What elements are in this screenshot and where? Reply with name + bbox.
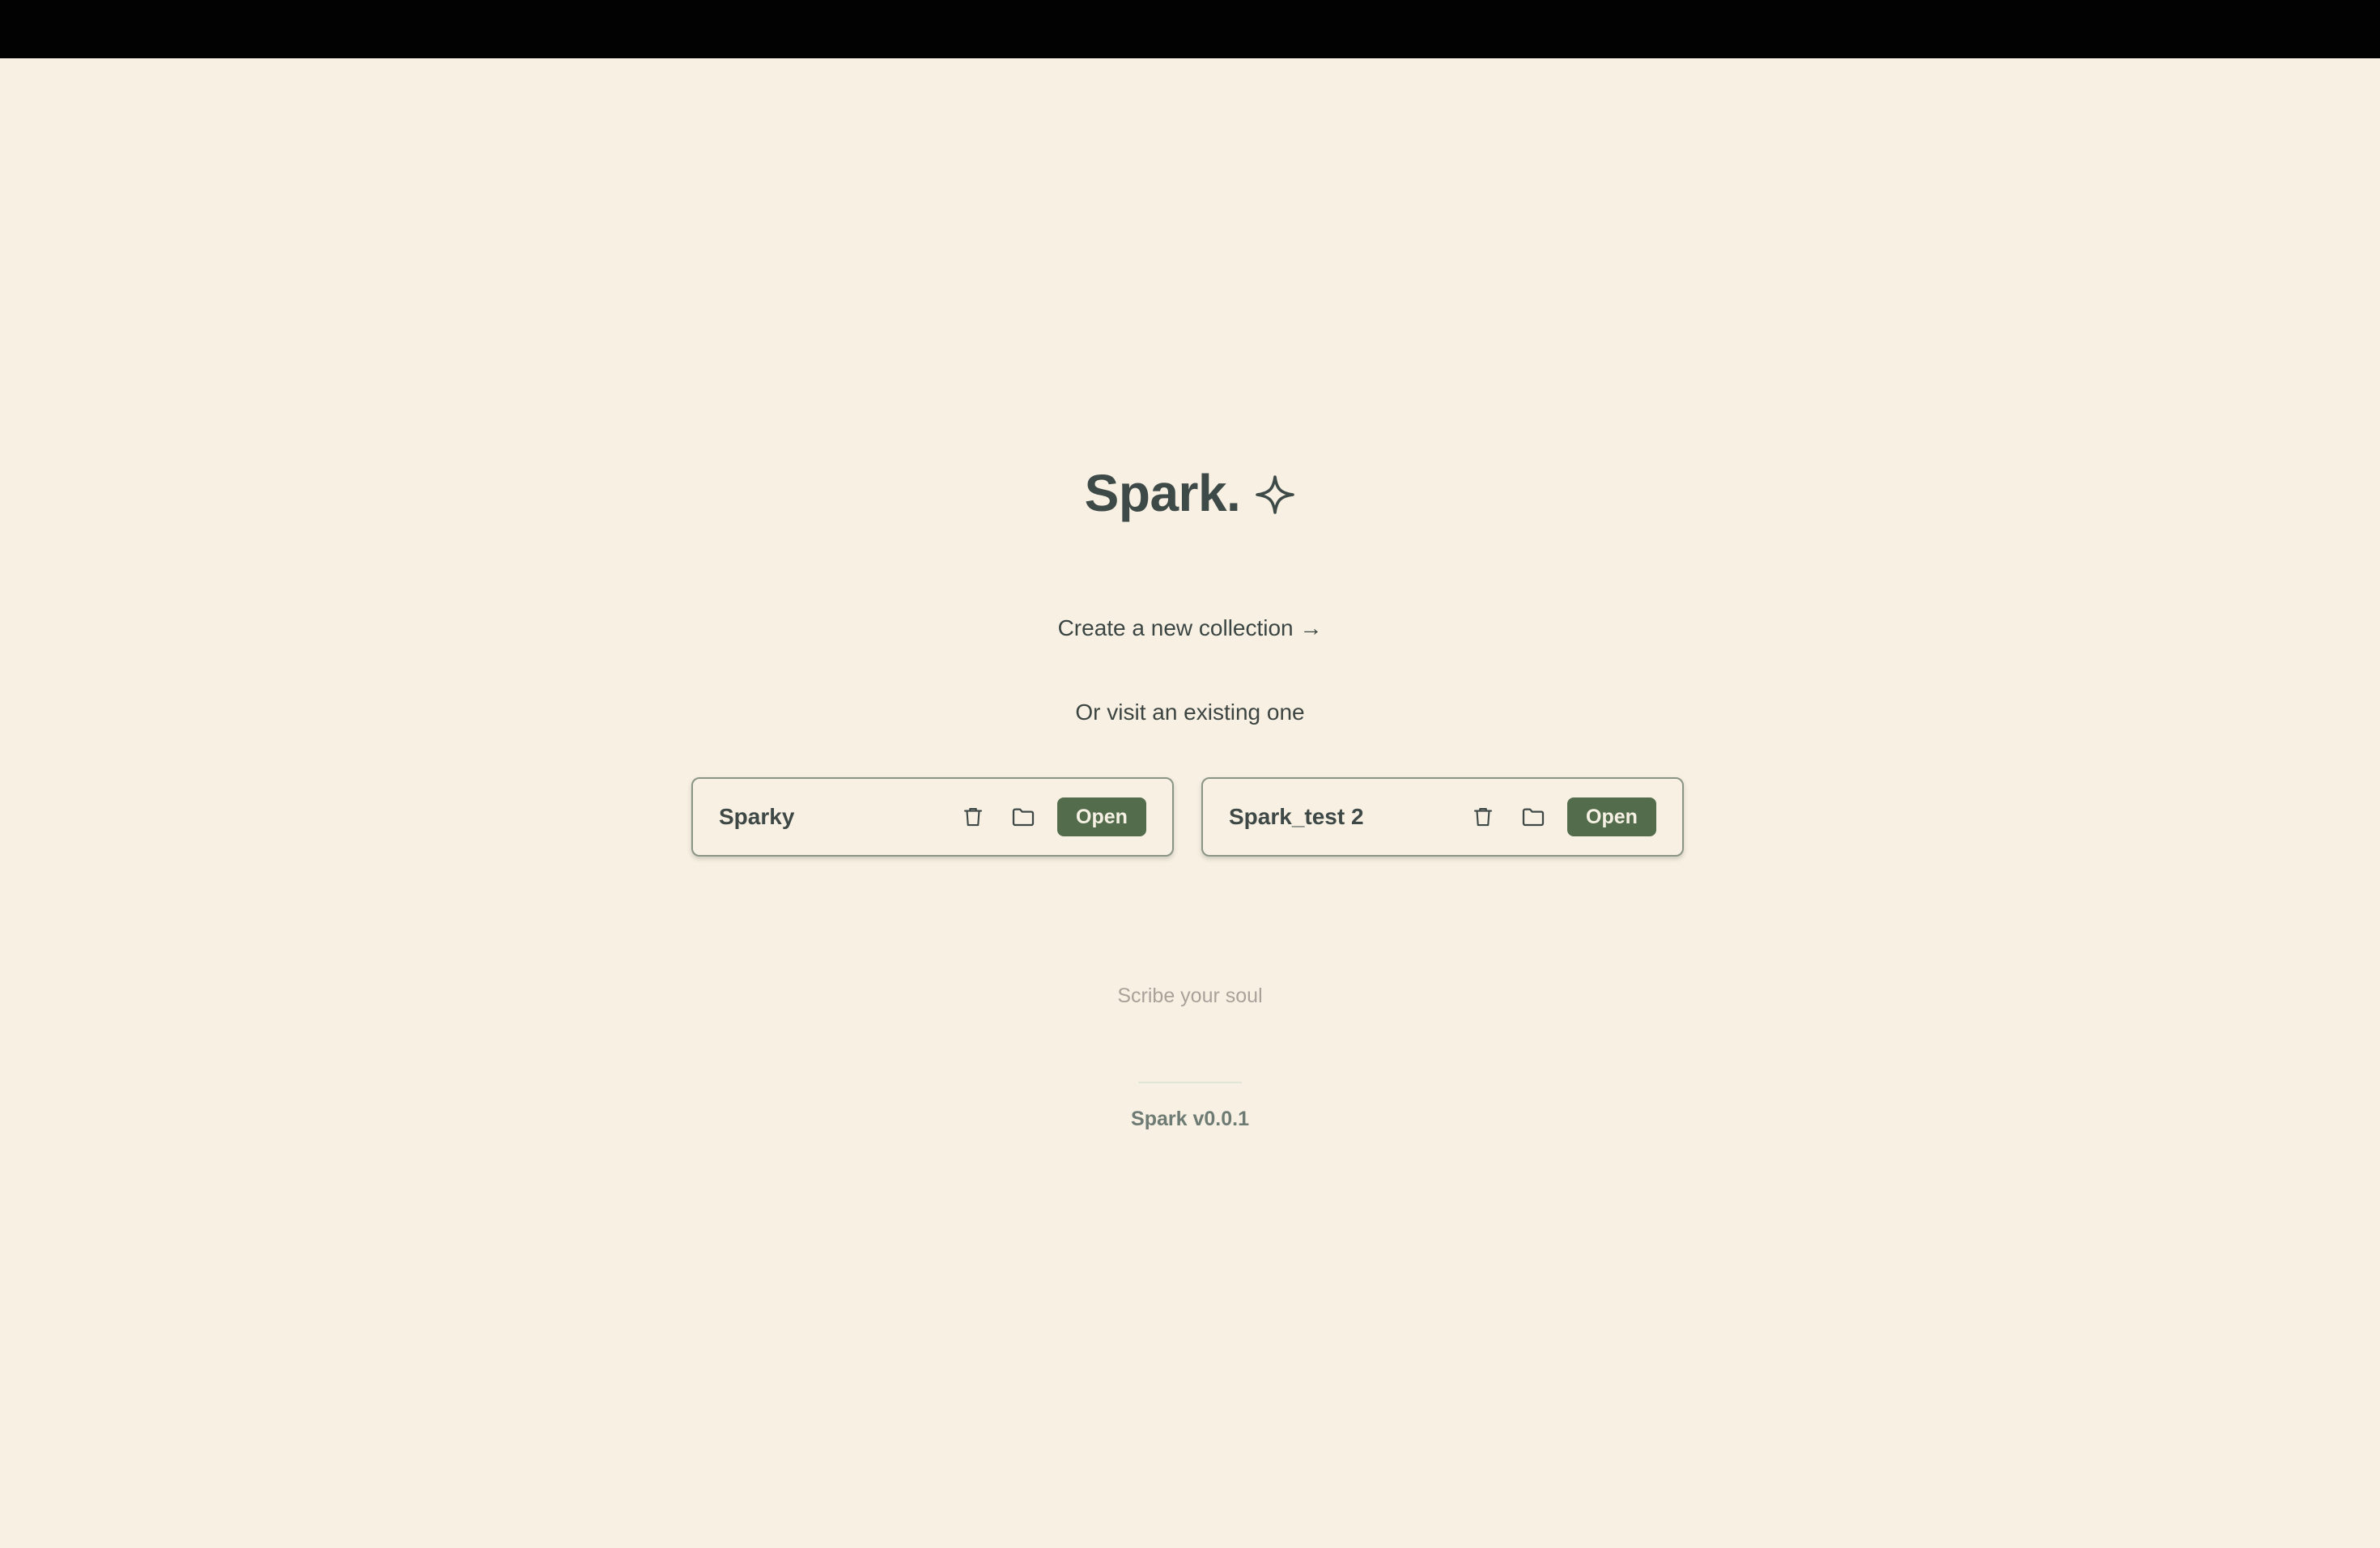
footer-divider	[1138, 1082, 1242, 1083]
window-top-bar	[0, 0, 2380, 58]
visit-existing-text: Or visit an existing one	[1075, 700, 1305, 725]
app-title: Spark.	[0, 463, 2380, 523]
trash-icon[interactable]	[1467, 801, 1499, 833]
folder-icon[interactable]	[1517, 801, 1549, 833]
version-label: Spark v0.0.1	[1131, 1108, 1249, 1130]
open-button[interactable]: Open	[1057, 797, 1146, 836]
trash-icon[interactable]	[957, 801, 989, 833]
collection-name: Sparky	[719, 804, 795, 829]
open-button[interactable]: Open	[1567, 797, 1656, 836]
collection-card: Sparky Open	[691, 777, 1174, 857]
sparkle-icon	[1255, 474, 1295, 515]
create-collection-link[interactable]: Create a new collection →	[0, 615, 2380, 641]
app-title-text: Spark.	[1084, 464, 1241, 522]
tagline: Scribe your soul	[1117, 985, 1263, 1007]
main-content: Spark. Create a new collection → Or visi…	[0, 58, 2380, 1548]
collection-list: Sparky Open Spark_test 2 Open	[691, 777, 1684, 857]
collection-card: Spark_test 2 Open	[1201, 777, 1684, 857]
collection-name: Spark_test 2	[1229, 804, 1364, 829]
folder-icon[interactable]	[1007, 801, 1039, 833]
